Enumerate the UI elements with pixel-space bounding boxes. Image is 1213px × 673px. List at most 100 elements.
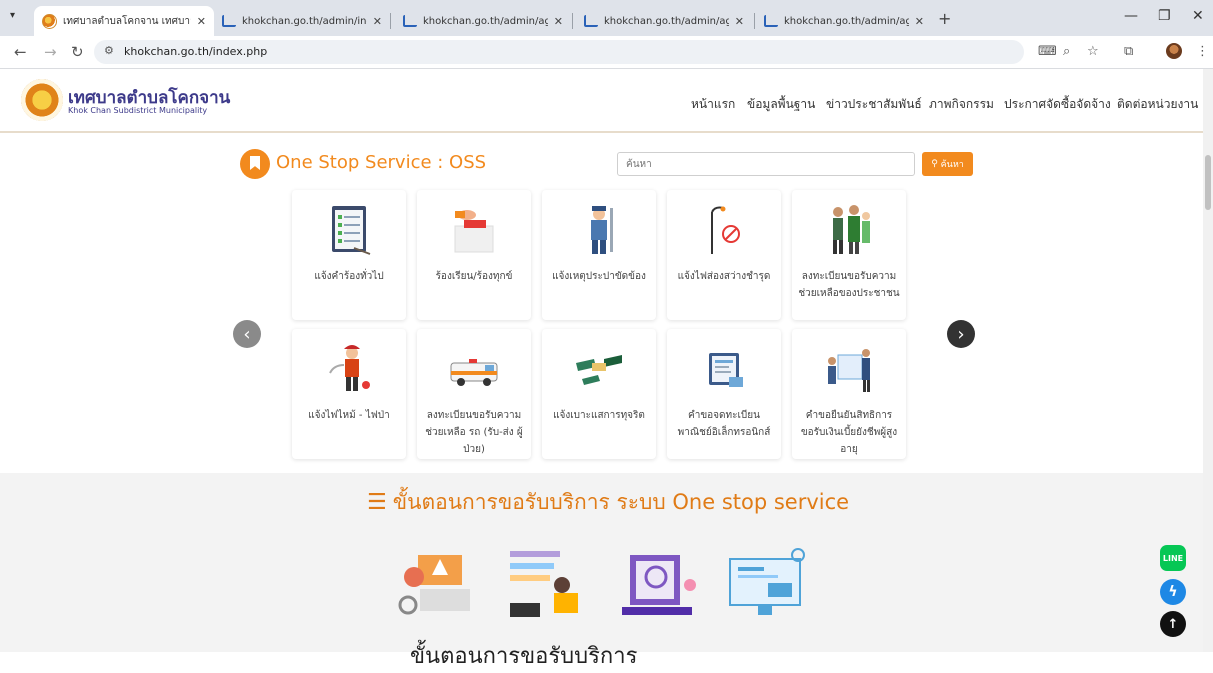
tab-title: khokchan.go.th/admin/index.php — [242, 15, 367, 27]
scrollbar-thumb[interactable] — [1205, 155, 1211, 210]
menu-news[interactable]: ข่าวประชาสัมพันธ์ — [826, 95, 922, 114]
new-tab-button[interactable]: + — [938, 9, 951, 28]
carousel-next-button[interactable]: › — [947, 320, 975, 348]
extensions-icon[interactable]: ⧉ — [1124, 44, 1133, 59]
menu-procurement[interactable]: ประกาศจัดซื้อจัดจ้าง — [1004, 95, 1111, 114]
tab-close-icon[interactable]: ✕ — [735, 15, 744, 28]
service-card-ambulance[interactable]: ลงทะเบียนขอรับความช่วยเหลือ รถ (รับ-ส่ง … — [417, 329, 531, 459]
municipality-logo[interactable] — [21, 79, 63, 121]
service-card-streetlight[interactable]: แจ้งไฟส่องสว่างชำรุด — [667, 190, 781, 320]
address-bar-row: ← → ↻ ⚙ khokchan.go.th/index.php ⌨ ⌕ ☆ ⧉… — [0, 36, 1213, 69]
browser-tab[interactable]: khokchan.go.th/admin/agency_ ✕ — [576, 6, 752, 36]
elderly-allowance-icon — [828, 349, 870, 392]
search-button-label: ค้นหา — [940, 160, 964, 170]
admin-favicon-icon — [764, 15, 778, 27]
bribery-icon — [576, 355, 622, 385]
next-section-heading-partial: ขั้นตอนการขอรับบริการ — [410, 644, 638, 669]
service-card-corruption-report[interactable]: แจ้งเบาะแสการทุจริต — [542, 329, 656, 459]
tab-separator — [390, 13, 391, 29]
admin-favicon-icon — [222, 15, 236, 27]
steps-heading-text: ขั้นตอนการขอรับบริการ ระบบ One stop serv… — [392, 490, 850, 514]
tab-title: khokchan.go.th/admin/agency_ — [604, 15, 729, 27]
chrome-menu-icon[interactable]: ⋮ — [1196, 44, 1209, 59]
translate-icon[interactable]: ⌨ — [1038, 44, 1057, 59]
step-illustration-4 — [729, 548, 805, 615]
step-illustration-2 — [510, 551, 578, 617]
service-label: ร้องเรียน/ร้องทุกข์ — [435, 271, 513, 282]
browser-tab[interactable]: khokchan.go.th/admin/agency_ ✕ — [756, 6, 932, 36]
browser-tab-active[interactable]: เทศบาลตำบลโคกจาน เทศบาลตำบลโคกจาน ✕ — [34, 6, 214, 36]
tab-close-icon[interactable]: ✕ — [373, 15, 382, 28]
service-card-public-assistance[interactable]: ลงทะเบียนขอรับความช่วยเหลือของประชาชน — [792, 190, 906, 320]
menu-activities[interactable]: ภาพกิจกรรม — [929, 95, 994, 114]
service-card-elderly-allowance[interactable]: คำขอยืนยันสิทธิการขอรับเงินเบี้ยยังชีพผู… — [792, 329, 906, 459]
service-label: แจ้งคำร้องทั่วไป — [314, 271, 384, 282]
service-card-general-request[interactable]: แจ้งคำร้องทั่วไป — [292, 190, 406, 320]
tab-separator — [572, 13, 573, 29]
menu-home[interactable]: หน้าแรก — [691, 95, 735, 114]
line-chat-button[interactable]: LINE — [1160, 545, 1186, 571]
url-text[interactable]: khokchan.go.th/index.php — [124, 45, 267, 58]
bookmark-star-icon[interactable]: ☆ — [1087, 44, 1099, 59]
complaint-box-icon — [454, 210, 494, 253]
tab-separator — [754, 13, 755, 29]
service-label: ลงทะเบียนขอรับความช่วยเหลือ รถ (รับ-ส่ง … — [425, 410, 523, 455]
service-label: แจ้งไฟส่องสว่างชำรุด — [677, 271, 771, 282]
tab-close-icon[interactable]: ✕ — [915, 15, 924, 28]
tab-search-menu-icon[interactable]: ▾ — [10, 10, 15, 21]
service-card-fire[interactable]: แจ้งไฟไหม้ - ไฟป่า — [292, 329, 406, 459]
menu-contact[interactable]: ติดต่อหน่วยงาน — [1117, 95, 1198, 114]
admin-favicon-icon — [403, 15, 417, 27]
omnibox[interactable]: ⚙ khokchan.go.th/index.php — [94, 40, 1024, 64]
firefighter-icon — [329, 345, 370, 391]
family-icon — [833, 205, 870, 254]
service-card-complaint[interactable]: ร้องเรียน/ร้องทุกข์ — [417, 190, 531, 320]
plumber-icon — [591, 206, 613, 254]
oss-search-input[interactable] — [617, 152, 915, 176]
menu-basic-info[interactable]: ข้อมูลพื้นฐาน — [747, 95, 815, 114]
search-icon: ⚲ — [931, 159, 941, 169]
messenger-button[interactable]: ϟ — [1160, 579, 1186, 605]
browser-tab[interactable]: khokchan.go.th/admin/index.php ✕ — [214, 6, 390, 36]
admin-favicon-icon — [584, 15, 598, 27]
e-commerce-icon — [709, 353, 743, 387]
browser-tab[interactable]: khokchan.go.th/admin/agency_ ✕ — [395, 6, 571, 36]
service-card-water-issue[interactable]: แจ้งเหตุประปาขัดข้อง — [542, 190, 656, 320]
service-label: คำขอยืนยันสิทธิการขอรับเงินเบี้ยยังชีพผู… — [800, 410, 898, 455]
zoom-icon[interactable]: ⌕ — [1063, 44, 1070, 59]
ambulance-icon — [450, 359, 498, 386]
carousel-prev-button[interactable]: ‹ — [233, 320, 261, 348]
service-label: แจ้งเหตุประปาขัดข้อง — [552, 271, 646, 282]
restore-icon[interactable]: ❐ — [1158, 8, 1171, 24]
service-card-e-commerce[interactable]: คำขอจดทะเบียนพาณิชย์อิเล็กทรอนิกส์ — [667, 329, 781, 459]
back-icon[interactable]: ← — [14, 43, 27, 61]
service-label: แจ้งไฟไหม้ - ไฟป่า — [308, 410, 390, 421]
profile-avatar[interactable] — [1166, 43, 1182, 59]
close-window-icon[interactable]: ✕ — [1192, 8, 1204, 24]
site-info-icon[interactable]: ⚙ — [104, 44, 114, 57]
bookmark-icon — [240, 149, 270, 179]
oss-title: One Stop Service : OSS — [276, 152, 487, 173]
line-icon: LINE — [1162, 553, 1184, 563]
step-illustration-3 — [622, 555, 696, 615]
messenger-icon: ϟ — [1168, 584, 1178, 600]
site-favicon-icon — [42, 13, 57, 29]
forward-icon[interactable]: → — [44, 43, 57, 61]
list-icon: ☰ — [367, 490, 387, 515]
service-label: คำขอจดทะเบียนพาณิชย์อิเล็กทรอนิกส์ — [677, 410, 771, 438]
reload-icon[interactable]: ↻ — [71, 43, 84, 61]
arrow-up-icon: ↑ — [1167, 616, 1179, 632]
service-label: ลงทะเบียนขอรับความช่วยเหลือของประชาชน — [798, 271, 900, 299]
oss-search-button[interactable]: ⚲ ค้นหา — [922, 152, 973, 176]
tab-title: เทศบาลตำบลโคกจาน เทศบาลตำบลโคกจาน — [63, 15, 191, 27]
steps-heading: ☰ ขั้นตอนการขอรับบริการ ระบบ One stop ser… — [367, 486, 849, 519]
minimize-icon[interactable]: — — [1124, 8, 1138, 24]
chevron-right-icon: › — [957, 323, 965, 345]
service-label: แจ้งเบาะแสการทุจริต — [553, 410, 645, 421]
site-subtitle: Khok Chan Subdistrict Municipality — [68, 106, 208, 115]
tab-close-icon[interactable]: ✕ — [197, 15, 206, 28]
clipboard-icon — [332, 206, 371, 255]
tab-close-icon[interactable]: ✕ — [554, 15, 563, 28]
step-illustration-1 — [398, 555, 470, 615]
back-to-top-button[interactable]: ↑ — [1160, 611, 1186, 637]
